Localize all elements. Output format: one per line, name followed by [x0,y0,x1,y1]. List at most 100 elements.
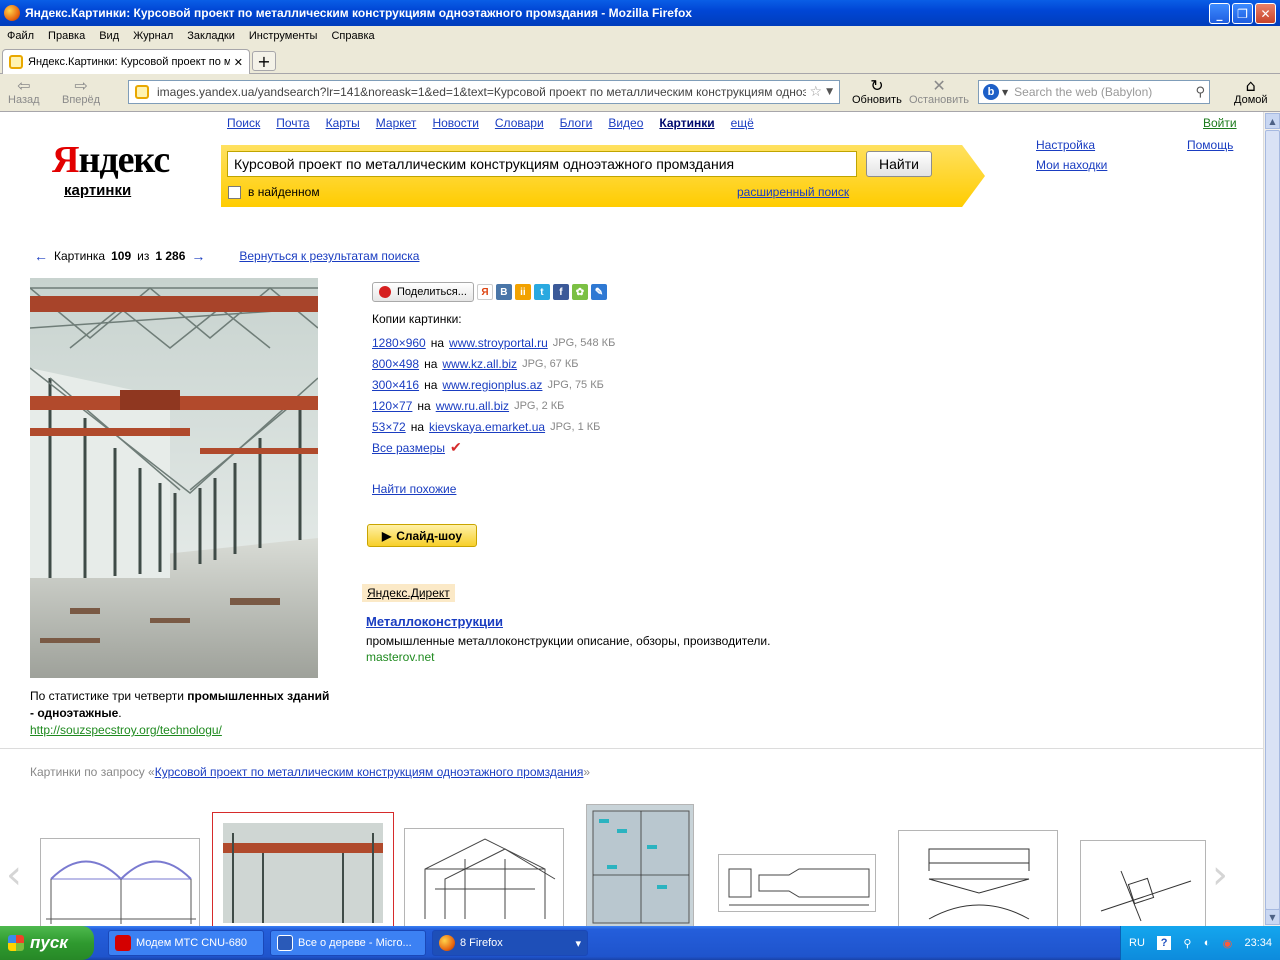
stop-button[interactable]: ✕ Остановить [909,76,969,106]
start-button[interactable]: пуск [0,926,94,960]
opera-tray-icon[interactable]: ◉ [1223,937,1233,950]
web-search-box[interactable]: b ▼ Search the web (Babylon) ⚲ [978,80,1210,104]
in-found-checkbox[interactable] [228,186,241,199]
vertical-scrollbar[interactable]: ▲ ▼ [1263,112,1280,926]
babylon-icon[interactable]: b [983,84,999,100]
service-blogs[interactable]: Блоги [560,116,593,130]
menu-edit[interactable]: Правка [48,30,85,42]
prev-image-arrow-icon[interactable]: ← [34,248,48,264]
back-button[interactable]: ⇦ Назад [8,76,40,106]
copy-site-link[interactable]: www.stroyportal.ru [449,336,548,350]
settings-link[interactable]: Настройка [1036,138,1095,152]
service-news[interactable]: Новости [432,116,478,130]
thumbnail-3[interactable] [404,828,564,926]
copy-size-link[interactable]: 53×72 [372,420,406,434]
service-market[interactable]: Маркет [376,116,417,130]
scroll-up-icon[interactable]: ▲ [1265,113,1280,129]
slideshow-button[interactable]: ▶ Слайд-шоу [367,524,477,547]
tab-close-icon[interactable]: ✕ [234,56,243,69]
copy-site-link[interactable]: www.regionplus.az [442,378,542,392]
menu-file[interactable]: Файл [7,30,34,42]
start-label: пуск [30,933,68,952]
thumbs-prev-arrow-icon[interactable]: ‹ [6,852,22,898]
speaker-tray-icon[interactable]: ◐ [1204,937,1211,949]
livejournal-icon[interactable]: ✿ [571,284,588,300]
taskbar-item-firefox[interactable]: 8 Firefox ▾ [432,930,588,956]
thumbnail-1[interactable] [40,838,200,926]
yandex-logo[interactable]: Яндекс [52,138,170,182]
service-maps[interactable]: Карты [326,116,360,130]
service-video[interactable]: Видео [608,116,643,130]
back-to-results-link[interactable]: Вернуться к результатам поиска [239,249,419,263]
menu-tools[interactable]: Инструменты [249,30,318,42]
tab-yandex-images[interactable]: Яндекс.Картинки: Курсовой проект по ме..… [2,49,250,74]
thumbnail-7[interactable] [1080,840,1206,926]
close-button[interactable]: ✕ [1255,3,1276,24]
help-link[interactable]: Помощь [1187,138,1233,152]
home-button[interactable]: ⌂ Домой [1234,76,1268,106]
search-input[interactable]: Курсовой проект по металлическим констру… [227,151,857,177]
logo-subtitle[interactable]: картинки [64,182,131,199]
thumbnail-4[interactable] [586,804,694,926]
find-similar-link[interactable]: Найти похожие [372,482,456,496]
menu-view[interactable]: Вид [99,30,119,42]
my-finds-link[interactable]: Мои находки [1036,158,1107,172]
friends-icon[interactable]: ii [514,284,531,300]
source-url-link[interactable]: http://souzspecstroy.org/technologu/ [30,723,222,737]
menu-history[interactable]: Журнал [133,30,173,42]
share-button[interactable]: Поделиться... [372,282,474,302]
thumbnail-2-selected[interactable] [212,812,394,926]
search-engine-dropdown-icon[interactable]: ▼ [1002,88,1008,97]
facebook-icon[interactable]: f [552,284,569,300]
service-images[interactable]: Картинки [659,116,714,130]
forward-button[interactable]: ⇨ Вперёд [62,76,100,106]
taskbar-item-modem[interactable]: Модем МТС CNU-680 [108,930,264,956]
ya-icon[interactable]: Я [476,284,493,300]
find-button[interactable]: Найти [866,151,932,177]
related-query-link[interactable]: Курсовой проект по металлическим констру… [155,765,584,779]
copy-size-link[interactable]: 800×498 [372,357,419,371]
taskbar-item-word[interactable]: Все о дереве - Micro... [270,930,426,956]
vkontakte-icon[interactable]: В [495,284,512,300]
pager-label: Картинка [54,249,106,263]
new-tab-button[interactable]: + [252,51,276,71]
bookmark-star-icon[interactable]: ☆ [810,84,823,100]
network-tray-icon[interactable]: ⚲ [1183,937,1191,950]
reload-button[interactable]: ↻ Обновить [852,76,902,106]
ad-url[interactable]: masterov.net [366,650,434,664]
thumbnail-5[interactable] [718,854,876,912]
service-dictionaries[interactable]: Словари [495,116,544,130]
twitter-icon[interactable]: t [533,284,550,300]
copy-size-link[interactable]: 1280×960 [372,336,426,350]
next-image-arrow-icon[interactable]: → [191,248,205,264]
maximize-button[interactable]: ❐ [1232,3,1253,24]
search-icon[interactable]: ⚲ [1195,85,1205,100]
copy-site-link[interactable]: www.kz.all.biz [442,357,517,371]
main-image[interactable] [30,278,318,678]
service-more[interactable]: ещё [731,116,754,130]
thumbs-next-arrow-icon[interactable]: › [1212,852,1228,898]
scroll-down-icon[interactable]: ▼ [1265,909,1280,925]
all-sizes-link[interactable]: Все размеры [372,441,445,455]
scroll-thumb[interactable] [1265,130,1280,910]
yandex-direct-tag[interactable]: Яндекс.Директ [362,584,455,602]
copy-site-link[interactable]: kievskaya.emarket.ua [429,420,545,434]
help-tray-icon[interactable]: ? [1157,936,1172,950]
minimize-button[interactable]: _ [1209,3,1230,24]
service-search[interactable]: Поиск [227,116,260,130]
menu-bookmarks[interactable]: Закладки [187,30,235,42]
advanced-search-link[interactable]: расширенный поиск [737,185,849,199]
service-mail[interactable]: Почта [276,116,309,130]
copy-size-link[interactable]: 300×416 [372,378,419,392]
pen-icon[interactable]: ✎ [590,284,607,300]
taskbar-group-dropdown-icon[interactable]: ▾ [575,937,581,950]
url-bar[interactable]: images.yandex.ua/yandsearch?lr=141&norea… [128,80,840,104]
copy-size-link[interactable]: 120×77 [372,399,412,413]
url-dropdown-icon[interactable]: ▼ [826,87,833,97]
login-link[interactable]: Войти [1203,116,1237,130]
copy-site-link[interactable]: www.ru.all.biz [436,399,509,413]
language-indicator[interactable]: RU [1129,937,1145,949]
thumbnail-6[interactable] [898,830,1058,926]
ad-title-link[interactable]: Металлоконструкции [366,614,503,629]
menu-help[interactable]: Справка [331,30,374,42]
